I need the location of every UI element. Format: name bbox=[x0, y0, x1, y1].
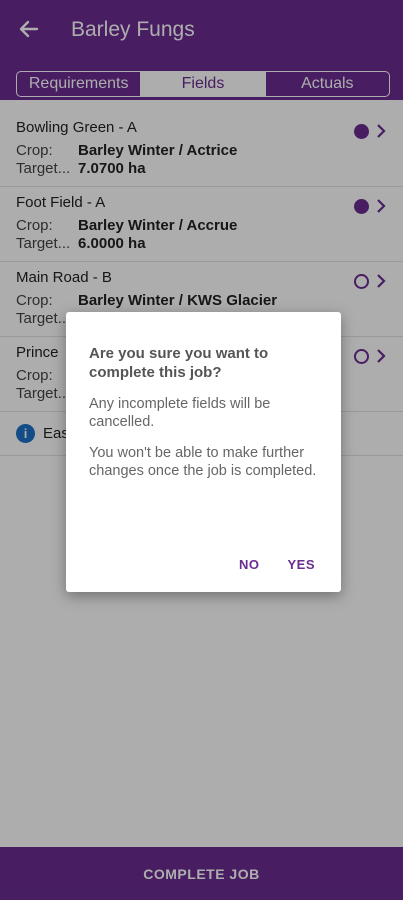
dialog-title: Are you sure you want to complete this j… bbox=[89, 345, 269, 381]
dialog-message: You won't be able to make further change… bbox=[89, 445, 317, 479]
dialog-message: Any incomplete fields will be cancelled. bbox=[89, 396, 271, 430]
confirm-dialog: Are you sure you want to complete this j… bbox=[66, 312, 341, 592]
yes-button[interactable]: YES bbox=[287, 557, 315, 572]
no-button[interactable]: NO bbox=[239, 557, 260, 572]
dialog-actions: NO YES bbox=[239, 557, 315, 572]
